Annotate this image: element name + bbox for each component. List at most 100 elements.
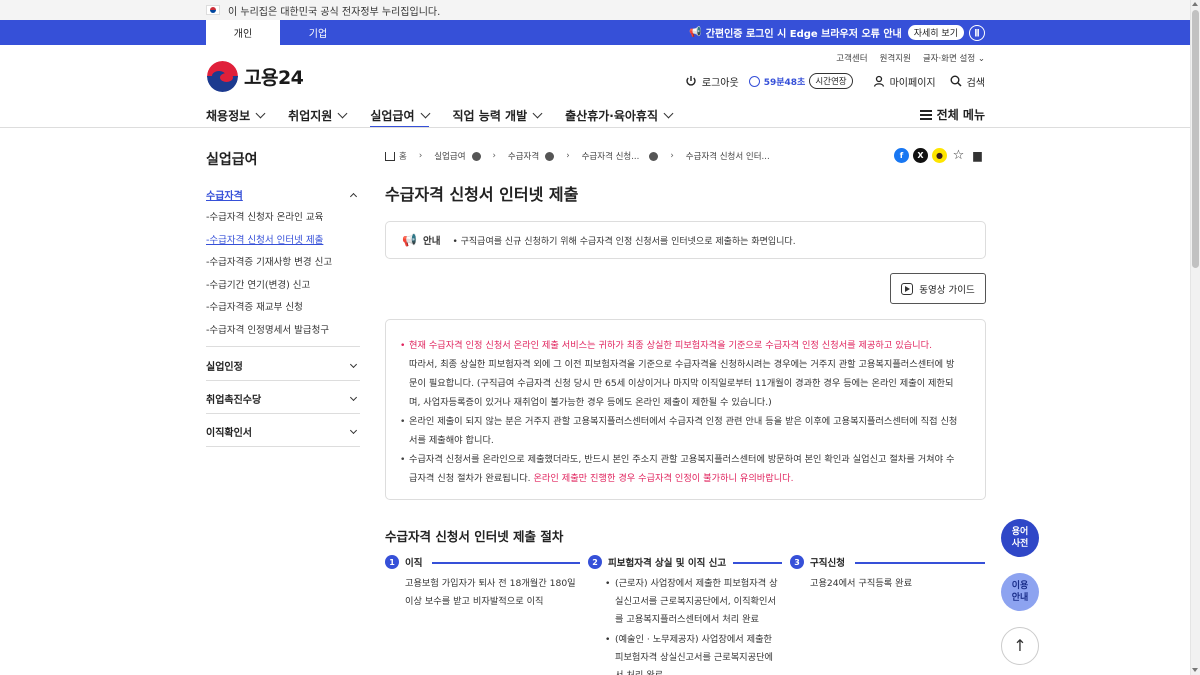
display-settings-link[interactable]: 글자·화면 설정 ⌄: [923, 52, 985, 64]
sidebar-section-eligibility[interactable]: 수급자격: [206, 187, 360, 202]
step-1-desc: 고용보험 가입자가 퇴사 전 18개월간 180일 이상 보수를 받고 비자발적…: [405, 578, 576, 607]
sidebar-section-reemployment-allowance[interactable]: 취업촉진수당: [206, 391, 360, 406]
breadcrumb-current: 수급자격 신청서 인터...: [685, 152, 770, 162]
sidebar-divider: [206, 446, 360, 447]
nav-unemployment-benefits[interactable]: 실업급여: [370, 103, 430, 128]
chevron-down-icon: [532, 108, 543, 118]
korea-flag-icon: [206, 5, 220, 15]
video-guide-button[interactable]: 동영상 가이드: [890, 273, 986, 304]
arrow-up-icon: ↑: [1013, 636, 1027, 655]
home-icon: [385, 151, 395, 161]
gov-banner-text: 이 누리집은 대한민국 공식 전자정부 누리집입니다.: [228, 6, 441, 18]
step-3-desc: 고용24에서 구직등록 완료: [810, 578, 913, 589]
nav-employment-support[interactable]: 취업지원: [288, 103, 348, 127]
sidebar-item-statement-request[interactable]: -수급자격 인정명세서 발급청구: [206, 322, 329, 336]
facebook-icon[interactable]: f: [894, 148, 909, 163]
sidebar-item-reissue[interactable]: -수급자격증 재교부 신청: [206, 299, 303, 313]
scroll-down-arrow-icon[interactable]: [1192, 668, 1198, 672]
scroll-up-arrow-icon[interactable]: [1192, 2, 1198, 6]
breadcrumb-level1[interactable]: 실업급여: [434, 150, 465, 162]
tab-corporate[interactable]: 기업: [280, 20, 356, 45]
clock-icon: [748, 75, 760, 87]
logout-button[interactable]: 로그아웃: [685, 74, 739, 89]
nav-jobs[interactable]: 채용정보: [206, 103, 266, 127]
sidebar-divider: [206, 380, 360, 381]
sidebar-item-online-education[interactable]: -수급자격 신청자 온라인 교육: [206, 209, 323, 223]
tab-personal[interactable]: 개인: [206, 20, 280, 45]
dropdown-icon[interactable]: [649, 151, 659, 161]
breadcrumb-home[interactable]: 홈: [399, 150, 407, 162]
pause-icon[interactable]: ǁ: [969, 24, 985, 41]
sidebar-item-change-report[interactable]: -수급자격증 기재사항 변경 신고: [206, 254, 332, 268]
nav-parental-leave[interactable]: 출산휴가·육아휴직: [565, 103, 674, 127]
guide-label: 안내: [422, 236, 441, 247]
star-icon[interactable]: ☆: [951, 148, 966, 163]
main-nav: 채용정보 취업지원 실업급여 직업 능력 개발 출산휴가·육아휴직: [206, 103, 696, 128]
chevron-down-icon: [349, 393, 358, 401]
user-utility: 로그아웃 59분48초 시간연장 마이페이지 검색: [671, 73, 985, 89]
megaphone-icon: 📢: [689, 27, 702, 38]
utility-links: 고객센터 원격지원 글자·화면 설정 ⌄: [836, 52, 985, 64]
info-item: 온라인 제출이 되지 않는 분은 거주지 관할 고용복지플러스센터에서 수급자격…: [400, 412, 967, 450]
sidebar-item-internet-submit[interactable]: -수급자격 신청서 인터넷 제출: [206, 232, 323, 246]
sidebar-title: 실업급여: [206, 152, 258, 168]
step-connector: [432, 562, 580, 564]
notice: 📢 간편인증 로그인 시 Edge 브라우저 오류 안내 자세히 보기 ǁ: [689, 20, 985, 45]
breadcrumb: 홈 › 실업급여 › 수급자격 › 수급자격 신청... › 수급자격 신청서 …: [385, 150, 770, 162]
x-icon[interactable]: X: [913, 148, 928, 163]
gov-banner: 이 누리집은 대한민국 공식 전자정부 누리집입니다.: [0, 0, 1190, 20]
scrollbar[interactable]: [1190, 0, 1200, 675]
taegeuk-logo-icon: [207, 61, 238, 92]
logo-text: 고용24: [244, 67, 304, 89]
search-button[interactable]: 검색: [950, 74, 985, 89]
step-1: 1 이직: [385, 555, 422, 569]
chevron-down-icon: [349, 360, 358, 368]
site-logo[interactable]: 고용24: [207, 61, 304, 92]
search-icon: [950, 75, 962, 87]
procedure-title: 수급자격 신청서 인터넷 제출 절차: [385, 529, 564, 544]
step-2: 2 피보험자격 상실 및 이직 신고: [588, 555, 726, 569]
customer-center-link[interactable]: 고객센터: [836, 52, 867, 64]
glossary-button[interactable]: 용어 사전: [1001, 519, 1039, 557]
all-menu-button[interactable]: 전체 메뉴: [919, 106, 985, 123]
top-bar: 개인 기업 📢 간편인증 로그인 시 Edge 브라우저 오류 안내 자세히 보…: [0, 20, 1190, 45]
sidebar-divider: [206, 346, 360, 347]
session-timer: 59분48초 시간연장: [748, 73, 853, 89]
extend-session-button[interactable]: 시간연장: [809, 73, 853, 89]
usage-guide-button[interactable]: 이용 안내: [1001, 573, 1039, 611]
info-item: 수급자격 신청서를 온라인으로 제출했더라도, 반드시 본인 주소지 관할 고용…: [400, 450, 967, 488]
play-icon: [901, 282, 914, 295]
guide-text: • 구직급여를 신규 신청하기 위해 수급자격 인정 신청서를 인터넷으로 제출…: [452, 236, 796, 247]
hamburger-icon: [919, 109, 932, 120]
dropdown-icon[interactable]: [471, 151, 481, 161]
sidebar-section-separation-certificate[interactable]: 이직확인서: [206, 424, 360, 439]
nav-vocational-training[interactable]: 직업 능력 개발: [453, 103, 543, 127]
mypage-button[interactable]: 마이페이지: [873, 74, 936, 89]
user-icon: [873, 75, 884, 87]
step-connector: [855, 562, 985, 564]
remote-support-link[interactable]: 원격지원: [880, 52, 911, 64]
scrollbar-thumb[interactable]: [1192, 10, 1199, 268]
notice-detail-button[interactable]: 자세히 보기: [907, 25, 964, 40]
sidebar-section-unemployment-recognition[interactable]: 실업인정: [206, 358, 360, 373]
breadcrumb-level3[interactable]: 수급자격 신청...: [582, 150, 640, 162]
chevron-down-icon: [337, 108, 348, 118]
dropdown-icon[interactable]: [545, 151, 555, 161]
chevron-down-icon: [663, 108, 674, 118]
scroll-top-button[interactable]: ↑: [1001, 627, 1039, 665]
chevron-down-icon: [255, 108, 266, 118]
step-2-desc: (근로자) 사업장에서 제출한 피보험자격 상 실신고서를 근로복지공단에서, …: [605, 575, 778, 675]
breadcrumb-level2[interactable]: 수급자격: [508, 150, 539, 162]
step-3: 3 구직신청: [790, 555, 845, 569]
page-title: 수급자격 신청서 인터넷 제출: [385, 185, 579, 204]
notice-text[interactable]: 간편인증 로그인 시 Edge 브라우저 오류 안내: [706, 25, 902, 40]
chevron-up-icon: [349, 192, 358, 200]
kakao-icon[interactable]: ●: [932, 148, 947, 163]
sidebar-item-period-extension[interactable]: -수급기간 연기(변경) 신고: [206, 277, 310, 291]
info-box: 현재 수급자격 인정 신청서 온라인 제출 서비스는 귀하가 최종 상실한 피보…: [385, 319, 986, 500]
chevron-down-icon: [420, 108, 430, 118]
chevron-down-icon: [349, 426, 358, 434]
print-icon[interactable]: ▆: [970, 148, 985, 163]
power-icon: [686, 76, 696, 86]
guide-box: 📢 안내 • 구직급여를 신규 신청하기 위해 수급자격 인정 신청서를 인터넷…: [385, 221, 986, 259]
